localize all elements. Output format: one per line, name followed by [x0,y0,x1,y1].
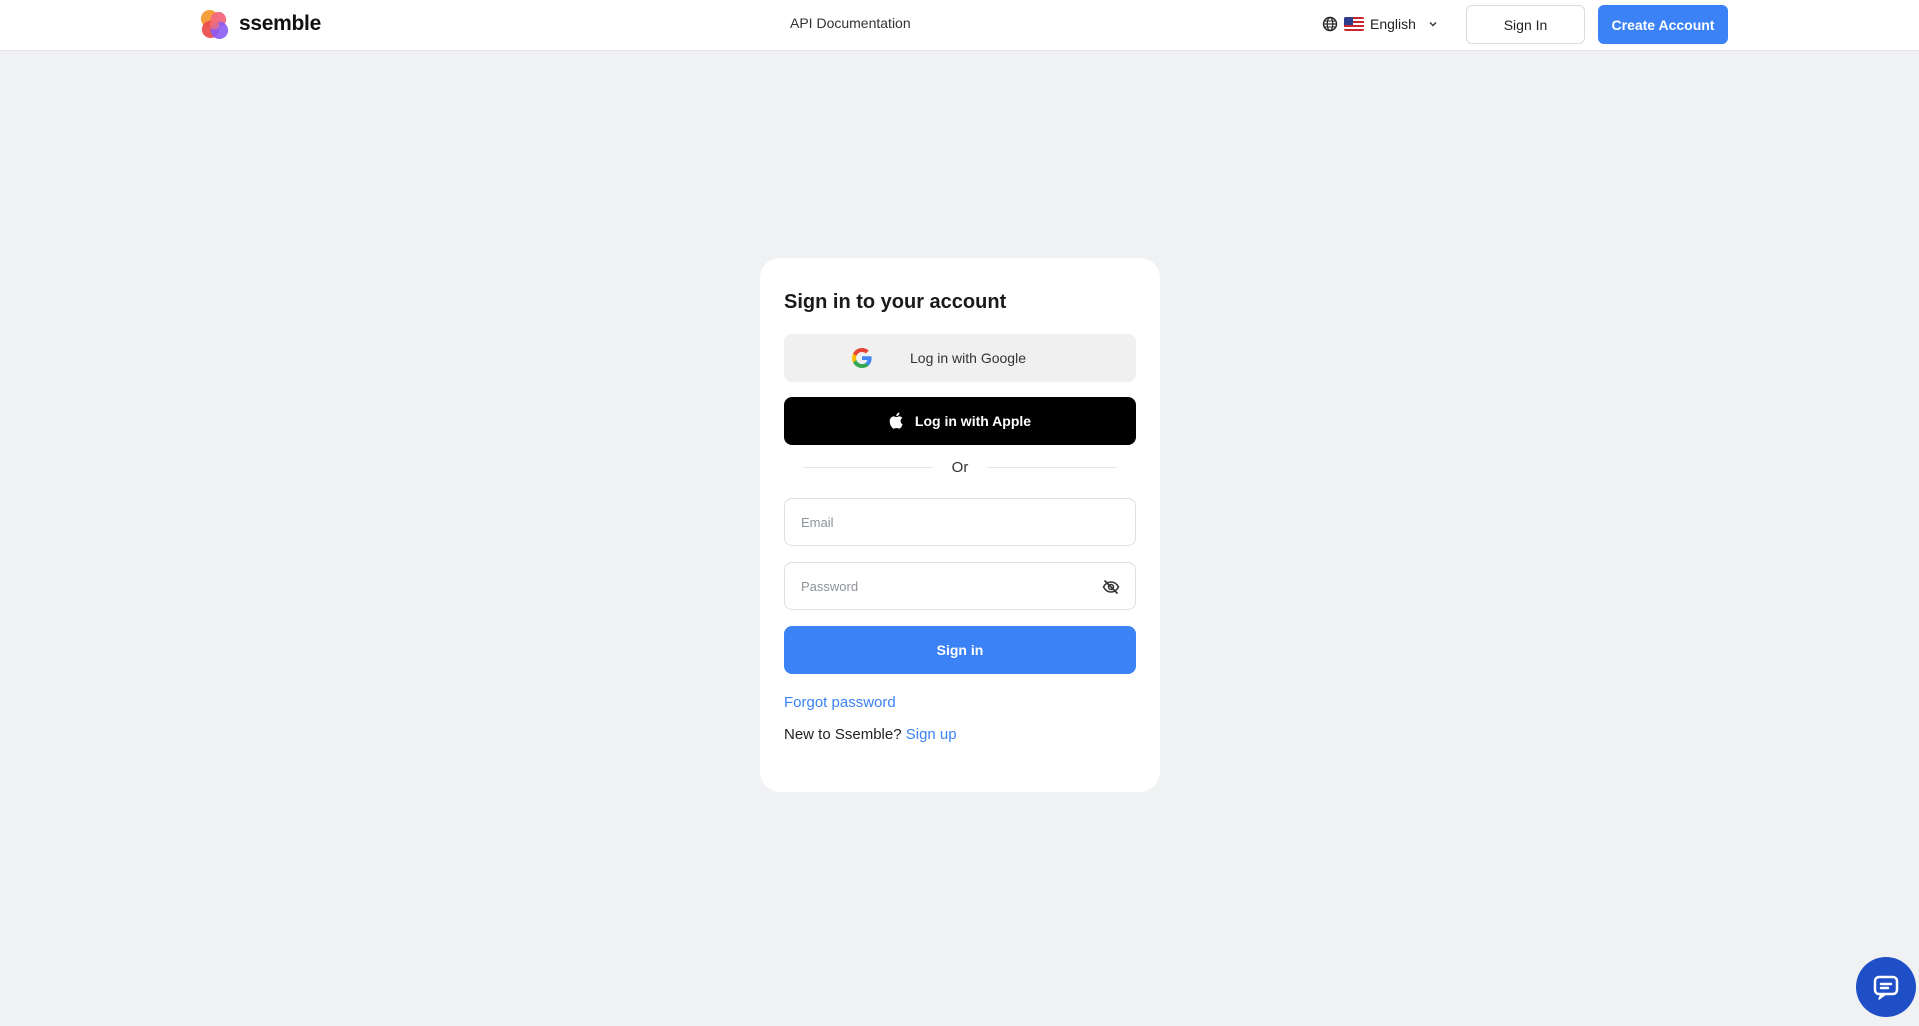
sign-in-card: Sign in to your account Log in with Goog… [760,258,1160,792]
or-divider: Or [803,458,1117,478]
apple-icon [889,412,903,429]
ssemble-logo-icon [200,9,229,39]
language-selector[interactable]: English [1322,14,1438,34]
nav-api-documentation[interactable]: API Documentation [790,15,911,31]
password-field-wrapper [784,562,1136,610]
top-navbar: ssemble API Documentation English Sign I… [0,0,1919,51]
divider-line-right [987,467,1117,468]
globe-icon [1322,16,1338,32]
eye-off-icon[interactable] [1102,578,1120,596]
header-sign-in-button[interactable]: Sign In [1466,5,1585,44]
apple-login-label: Log in with Apple [914,413,1032,429]
email-field-wrapper [784,498,1136,546]
chat-icon [1873,975,1899,1000]
sign-up-link[interactable]: Sign up [906,726,957,743]
forgot-password-link[interactable]: Forgot password [784,694,896,711]
language-label: English [1370,16,1416,32]
sign-in-title: Sign in to your account [784,291,1007,313]
create-account-button[interactable]: Create Account [1598,5,1728,44]
password-input[interactable] [785,563,1135,609]
chevron-down-icon [1429,22,1437,27]
signup-prompt: New to Ssemble? Sign up [784,726,957,743]
apple-login-button[interactable]: Log in with Apple [784,397,1136,445]
email-input[interactable] [785,499,1135,545]
new-user-text: New to Ssemble? [784,726,902,743]
us-flag-icon [1344,17,1364,31]
brand-logo[interactable]: ssemble [198,7,321,41]
google-login-button[interactable]: Log in with Google [784,334,1136,382]
google-login-label: Log in with Google [910,350,1026,366]
sign-in-submit-button[interactable]: Sign in [784,626,1136,674]
chat-widget-button[interactable] [1856,957,1916,1017]
google-icon [852,348,872,368]
brand-name: ssemble [239,12,321,35]
